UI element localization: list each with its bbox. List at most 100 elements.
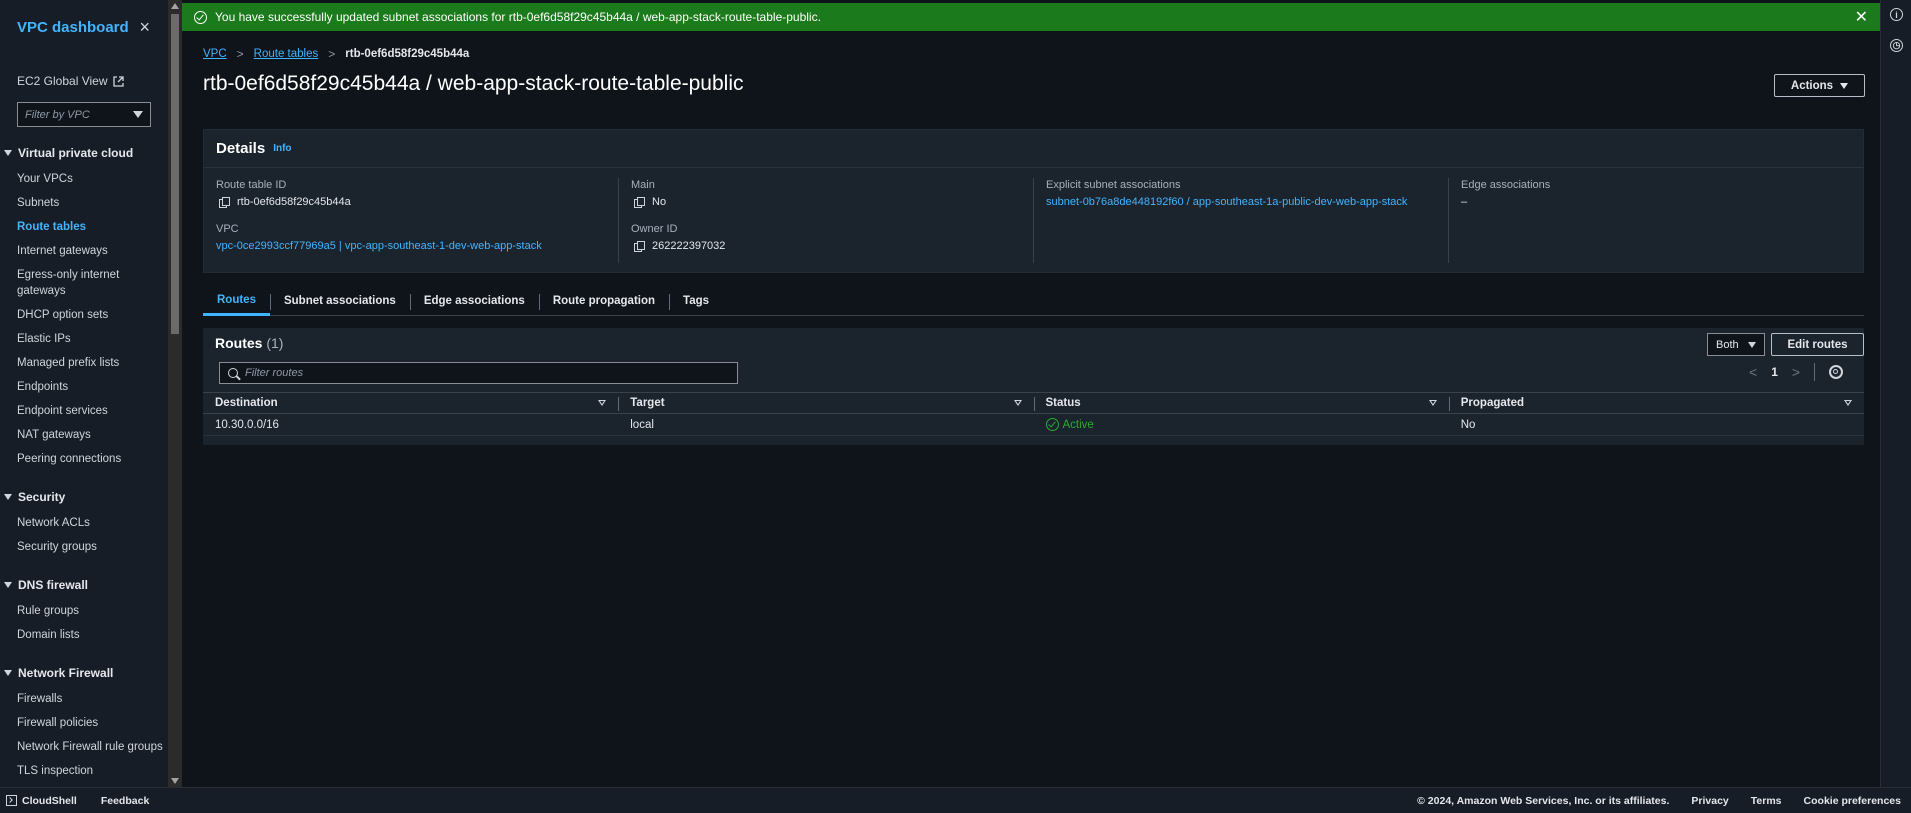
details-column-1: Route table ID rtb-0ef6d58f29c45b44a VPC… [204,178,619,263]
main-content: You have successfully updated subnet ass… [182,0,1880,787]
sidebar-item-your-vpcs[interactable]: Your VPCs [0,171,168,187]
sort-icon[interactable] [1428,400,1437,406]
breadcrumb: VPC > Route tables > rtb-0ef6d58f29c45b4… [203,47,469,61]
sidebar-title[interactable]: VPC dashboard [17,19,129,36]
actions-button[interactable]: Actions [1774,74,1865,97]
explicit-subnet-association-link[interactable]: subnet-0b76a8de448192f60 / app-southeast… [1046,195,1436,209]
tab-edge-associations[interactable]: Edge associations [409,286,539,316]
dismiss-flash-icon[interactable]: ✕ [1855,7,1868,27]
breadcrumb-vpc[interactable]: VPC [203,48,227,60]
vpc-filter-select[interactable]: Filter by VPC [17,102,151,127]
details-header: Details Info [204,130,1863,168]
sidebar-item-internet-gateways[interactable]: Internet gateways [0,243,168,259]
scroll-down-arrow-icon[interactable] [171,778,179,784]
column-header-destination[interactable]: Destination [203,393,618,413]
terms-link[interactable]: Terms [1751,795,1782,807]
privacy-link[interactable]: Privacy [1691,795,1728,807]
flash-message: You have successfully updated subnet ass… [215,10,821,24]
breadcrumb-current: rtb-0ef6d58f29c45b44a [345,48,470,60]
sidebar-item-firewall-policies[interactable]: Firewall policies [0,715,168,731]
scroll-up-arrow-icon[interactable] [171,3,179,9]
previous-page-icon[interactable]: < [1749,364,1757,380]
route-type-select[interactable]: Both [1707,333,1765,356]
caret-down-icon [4,582,12,588]
sidebar-item-subnets[interactable]: Subnets [0,195,168,211]
copy-icon[interactable] [634,241,645,252]
section-label: Virtual private cloud [18,146,134,160]
feedback-link[interactable]: Feedback [101,795,149,807]
section-dns-firewall[interactable]: DNS firewall [0,575,168,595]
routes-title: Routes [215,335,263,351]
caret-down-icon [4,150,12,156]
history-icon[interactable]: ◷ [1890,39,1903,52]
sidebar-item-security-groups[interactable]: Security groups [0,539,168,555]
scroll-thumb[interactable] [171,14,179,334]
cloudshell-button[interactable]: CloudShell [6,795,77,807]
gear-icon[interactable] [1829,365,1844,379]
explicit-subnet-associations-label: Explicit subnet associations [1046,179,1181,191]
caret-down-icon [4,494,12,500]
sidebar: VPC dashboard × EC2 Global View Filter b… [0,0,182,787]
tab-route-propagation[interactable]: Route propagation [538,286,669,316]
copy-icon[interactable] [634,197,645,208]
sidebar-item-network-firewall-rule-groups[interactable]: Network Firewall rule groups [0,739,168,755]
tab-routes[interactable]: Routes [203,286,270,316]
vpc-link[interactable]: vpc-0ce2993ccf77969a5 | vpc-app-southeas… [216,239,606,253]
sidebar-item-nat-gateways[interactable]: NAT gateways [0,427,168,443]
filter-routes-input[interactable]: Filter routes [219,362,738,384]
column-header-propagated[interactable]: Propagated [1448,393,1864,413]
details-column-2: Main No Owner ID 262222397032 [619,178,1034,263]
table-row: 10.30.0.0/16 local Active No [203,414,1864,436]
info-link[interactable]: Info [273,143,291,154]
footer-links: © 2024, Amazon Web Services, Inc. or its… [1417,795,1901,807]
column-header-target[interactable]: Target [618,393,1033,413]
footer: CloudShell Feedback © 2024, Amazon Web S… [0,787,1911,813]
current-page[interactable]: 1 [1771,365,1778,379]
sort-icon[interactable] [1844,400,1852,406]
sidebar-item-rule-groups[interactable]: Rule groups [0,603,168,619]
sidebar-item-endpoint-services[interactable]: Endpoint services [0,403,168,419]
sidebar-item-network-acls[interactable]: Network ACLs [0,515,168,531]
owner-id-text: 262222397032 [652,240,726,252]
detail-tabs: Routes Subnet associations Edge associat… [203,286,1864,316]
sidebar-item-dhcp-option-sets[interactable]: DHCP option sets [0,307,168,323]
section-network-firewall[interactable]: Network Firewall [0,663,168,683]
routes-heading: Routes (1) [215,335,283,351]
edge-associations-value: – [1461,196,1468,208]
sort-icon[interactable] [598,400,607,406]
tab-tags[interactable]: Tags [669,286,723,316]
sidebar-item-firewalls[interactable]: Firewalls [0,691,168,707]
sidebar-item-tls-inspection[interactable]: TLS inspection [0,763,168,779]
sidebar-item-peering-connections[interactable]: Peering connections [0,451,168,467]
sidebar-item-domain-lists[interactable]: Domain lists [0,627,168,643]
info-icon[interactable]: i [1890,8,1903,21]
edit-routes-button[interactable]: Edit routes [1771,333,1864,356]
ec2-global-view-label: EC2 Global View [17,74,108,88]
next-page-icon[interactable]: > [1792,364,1800,380]
sort-icon[interactable] [1013,400,1022,406]
route-table-id-label: Route table ID [216,179,287,191]
sidebar-item-elastic-ips[interactable]: Elastic IPs [0,331,168,347]
sidebar-item-route-tables[interactable]: Route tables [0,219,168,235]
column-header-status[interactable]: Status [1033,393,1449,413]
sidebar-item-managed-prefix-lists[interactable]: Managed prefix lists [0,355,168,371]
routes-table: Destination Target Status Propagated 10.… [203,392,1864,436]
table-header: Destination Target Status Propagated [203,392,1864,414]
sidebar-item-egress-only-internet-gateways[interactable]: Egress-only internet gateways [0,267,168,299]
copy-icon[interactable] [219,197,230,208]
details-panel: Details Info Route table ID rtb-0ef6d58f… [203,129,1864,273]
close-icon[interactable]: × [139,17,150,38]
sidebar-scrollbar[interactable] [168,0,182,787]
sidebar-item-endpoints[interactable]: Endpoints [0,379,168,395]
owner-id-label: Owner ID [631,223,678,235]
ec2-global-view-link[interactable]: EC2 Global View [0,54,168,102]
tab-subnet-associations[interactable]: Subnet associations [269,286,410,316]
chevron-down-icon [133,111,143,118]
section-security[interactable]: Security [0,487,168,507]
cookie-preferences-link[interactable]: Cookie preferences [1804,795,1901,807]
section-virtual-private-cloud[interactable]: Virtual private cloud [0,143,168,163]
section-label: Security [18,490,66,504]
breadcrumb-route-tables[interactable]: Route tables [254,48,319,60]
copyright-text: © 2024, Amazon Web Services, Inc. or its… [1417,794,1670,807]
status-text: Active [1062,418,1094,431]
